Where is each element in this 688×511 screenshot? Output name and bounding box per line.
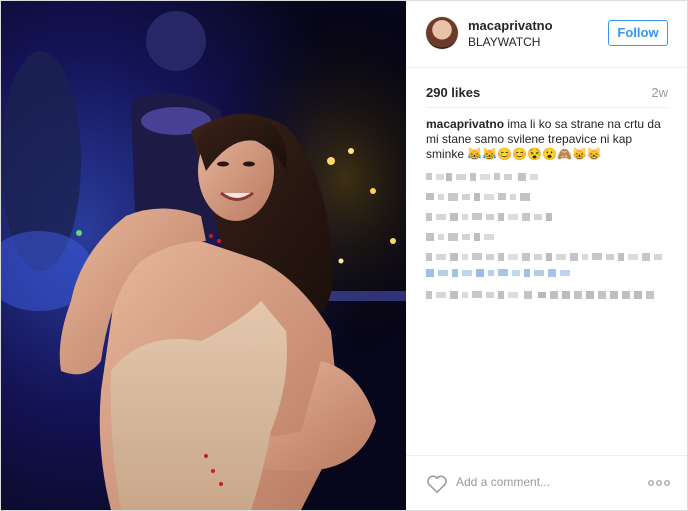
obscured-comment-2 [426,193,530,201]
avatar[interactable] [426,17,458,49]
obscured-comment-6 [426,291,654,299]
post-sidebar: macaprivatno BLAYWATCH Follow 290 likes … [406,1,687,510]
post-photo[interactable] [1,1,406,510]
obscured-comment-link [426,269,570,277]
obscured-comment-1 [426,173,538,181]
heart-icon[interactable] [426,473,448,495]
caption-username[interactable]: macaprivatno [426,117,504,131]
post-timestamp[interactable]: 2w [651,85,668,100]
instagram-post: macaprivatno BLAYWATCH Follow 290 likes … [0,0,688,511]
likes-count[interactable]: 290 likes [426,85,480,100]
post-header: macaprivatno BLAYWATCH Follow [406,1,687,68]
comment-bar [406,455,687,510]
more-options-icon[interactable] [648,479,670,487]
obscured-comment-3 [426,213,552,221]
post-caption: macaprivatno ima li ko sa strane na crtu… [426,117,671,162]
caption-emoji: 😹😹😊😊😵😮🙈😸😸 [467,147,602,161]
divider [426,107,668,108]
follow-button[interactable]: Follow [608,20,668,46]
obscured-comment-5 [426,253,662,261]
location-link[interactable]: BLAYWATCH [468,35,540,49]
post-photo-illustration [1,1,406,510]
comment-input[interactable] [456,470,626,494]
obscured-comment-4 [426,233,494,241]
username-link[interactable]: macaprivatno [468,18,553,33]
